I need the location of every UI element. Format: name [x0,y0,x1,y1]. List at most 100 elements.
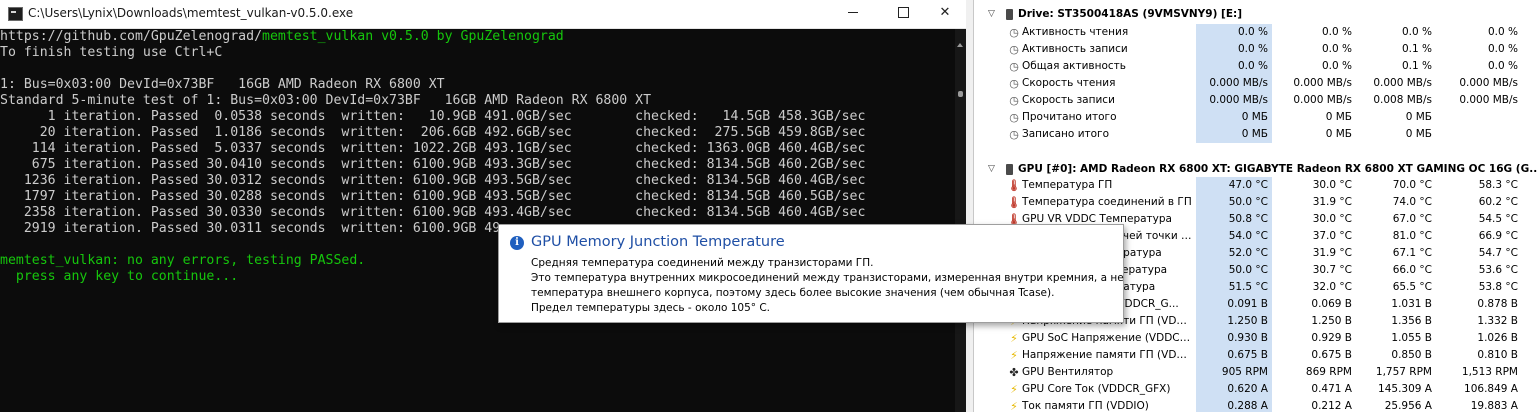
sensor-row[interactable]: ◷ Активность чтения 0.0 % 0.0 % 0.0 % 0.0 % [974,24,1538,41]
fan-icon: ✤ [1009,366,1019,379]
current-value: 0.288 A [1196,398,1272,412]
sensor-row[interactable]: ◷ Активность записи 0.0 % 0.0 % 0.1 % 0.0 % [974,41,1538,58]
sensor-row[interactable]: ⚡ Ток памяти ГП (VDDIO) 0.288 A 0.212 A 25.9… [974,398,1538,412]
device-icon [1006,9,1013,20]
sensor-row[interactable]: ✤ GPU Вентилятор 905 RPM 869 RPM 1,757 RPM 1,… [974,364,1538,381]
current-value: 50.0 °C [1196,262,1272,279]
avg-value: 0.0 % [1487,43,1518,55]
sensor-row[interactable]: ◷ Общая активность 0.0 % 0.0 % 0.1 % 0.0 % [974,58,1538,75]
thermometer-icon: 🌡 [1007,179,1021,192]
minimize-button[interactable] [830,0,876,28]
terminal-text: https://github.com/GpuZelenograd/ [0,29,263,44]
tooltip-line: Предел температуры здесь - около 105° C. [531,302,771,314]
scrollbar[interactable] [955,29,966,412]
sensor-label: Активность чтения [1022,26,1129,38]
console-window[interactable]: C:\Users\Lynix\Downloads\memtest_vulkan-… [0,0,966,412]
sensor-group-label: GPU [#0]: AMD Radeon RX 6800 XT: GIGABYT… [1018,163,1538,175]
thermometer-icon: 🌡 [1007,196,1021,209]
current-value: 52.0 °C [1196,245,1272,262]
tooltip-line: Это температура внутренних микросоединен… [531,272,1124,284]
avg-value: 1,513 RPM [1461,366,1518,378]
sensor-row[interactable]: 🌡 Температура ГП 47.0 °C 30.0 °C 70.0 °C 58.3… [974,177,1538,194]
min-value: 30.0 °C [1312,213,1352,225]
terminal-text: 20 iteration. Passed 1.0186 seconds writ… [0,125,866,140]
avg-value: 0.0 % [1487,26,1518,38]
max-value: 81.0 °C [1392,230,1432,242]
current-value: 0.0 % [1196,41,1272,58]
avg-value: 106.849 A [1464,383,1518,395]
current-value: 0.0 % [1196,58,1272,75]
max-value: 67.1 °C [1392,247,1432,259]
sensor-label: GPU Вентилятор [1022,366,1114,378]
terminal-text: memtest_vulkan: no any errors, testing P… [0,253,366,268]
sensor-label: Скорость чтения [1022,77,1116,89]
sensor-row[interactable]: ⚡ Напряжение памяти ГП (VDDCI... 0.675 В 0.… [974,347,1538,364]
sensor-row[interactable]: 🌡 Температура соединений в ГП 50.0 °C 31.9 … [974,194,1538,211]
min-value: 31.9 °C [1312,247,1352,259]
terminal-text: 1 iteration. Passed 0.0538 seconds writt… [0,109,866,124]
current-value: 54.0 °C [1196,228,1272,245]
info-icon: i [510,236,524,250]
min-value: 37.0 °C [1312,230,1352,242]
chevron-down-icon[interactable]: ▽ [988,6,995,23]
terminal-line: To finish testing use Ctrl+C [0,45,955,61]
close-button[interactable]: ✕ [922,0,966,28]
sensor-label: GPU Core Ток (VDDCR_GFX) [1022,383,1171,395]
terminal-line: 114 iteration. Passed 5.0337 seconds wri… [0,141,955,157]
max-value: 0.850 В [1391,349,1432,361]
terminal-line: 1: Bus=0x03:00 DevId=0x73BF 16GB AMD Rad… [0,77,955,93]
max-value: 0 МБ [1405,128,1432,140]
min-value: 0.929 В [1311,332,1352,344]
minimize-icon [848,12,858,13]
current-value: 0.000 MB/s [1196,92,1272,109]
current-value: 47.0 °C [1196,177,1272,194]
sensor-label: Ток памяти ГП (VDDIO) [1022,400,1149,412]
lightning-icon: ⚡ [1010,400,1018,412]
avg-value: 60.2 °C [1478,196,1518,208]
title-bar[interactable]: C:\Users\Lynix\Downloads\memtest_vulkan-… [0,0,966,29]
current-value: 50.8 °C [1196,211,1272,228]
max-value: 74.0 °C [1392,196,1432,208]
chevron-down-icon[interactable]: ▽ [988,161,995,178]
max-value: 0.1 % [1401,43,1432,55]
scroll-up-arrow-icon[interactable] [957,43,963,47]
current-value: 0 МБ [1196,126,1272,143]
sensor-row[interactable]: ◷ Записано итого 0 МБ 0 МБ 0 МБ [974,126,1538,143]
terminal-text: 1797 iteration. Passed 30.0288 seconds w… [0,189,866,204]
min-value: 32.0 °C [1312,281,1352,293]
avg-value: 58.3 °C [1478,179,1518,191]
hwinfo-sensors-panel[interactable]: ▽ Drive: ST3500418AS (9VMSVNY9) [E:] ◷ Акти… [966,0,1538,412]
sensor-label: Температура соединений в ГП [1022,196,1192,208]
max-value: 66.0 °C [1392,264,1432,276]
sensor-row[interactable]: ⚡ GPU Core Ток (VDDCR_GFX) 0.620 A 0.471 A 1… [974,381,1538,398]
maximize-button[interactable] [880,0,926,28]
lightning-icon: ⚡ [1010,332,1018,345]
min-value: 0.069 В [1311,298,1352,310]
max-value: 70.0 °C [1392,179,1432,191]
close-icon: ✕ [939,5,951,20]
avg-value [1436,126,1522,143]
terminal-line: 1 iteration. Passed 0.0538 seconds writt… [0,109,955,125]
panel-edge [966,0,974,412]
min-value: 1.250 В [1311,315,1352,327]
sensor-row[interactable]: ◷ Скорость чтения 0.000 MB/s 0.000 MB/s 0.00… [974,75,1538,92]
sensor-label: Активность записи [1022,43,1128,55]
min-value: 0.471 A [1311,383,1352,395]
max-value: 0 МБ [1405,111,1432,123]
sensor-row[interactable]: ⚡ GPU SoC Напряжение (VDDCR_S... 0.930 В 0.… [974,330,1538,347]
sensor-group-header[interactable]: ▽ GPU [#0]: AMD Radeon RX 6800 XT: GIGABY… [974,161,1538,178]
max-value: 25.956 A [1384,400,1432,412]
avg-value: 0.000 MB/s [1459,94,1518,106]
sensor-group-header[interactable]: ▽ Drive: ST3500418AS (9VMSVNY9) [E:] [974,6,1538,23]
sensor-label: Прочитано итого [1022,111,1117,123]
current-value: 0 МБ [1196,109,1272,126]
scroll-thumb[interactable] [958,91,963,97]
current-value: 0.930 В [1196,330,1272,347]
avg-value: 53.8 °C [1478,281,1518,293]
sensor-row[interactable]: ◷ Скорость записи 0.000 MB/s 0.000 MB/s 0.00… [974,92,1538,109]
window-title: C:\Users\Lynix\Downloads\memtest_vulkan-… [28,6,354,20]
terminal-text: 675 iteration. Passed 30.0410 seconds wr… [0,157,866,172]
sensor-label: Скорость записи [1022,94,1115,106]
sensor-row[interactable]: ◷ Прочитано итого 0 МБ 0 МБ 0 МБ [974,109,1538,126]
sensor-label: Записано итого [1022,128,1109,140]
